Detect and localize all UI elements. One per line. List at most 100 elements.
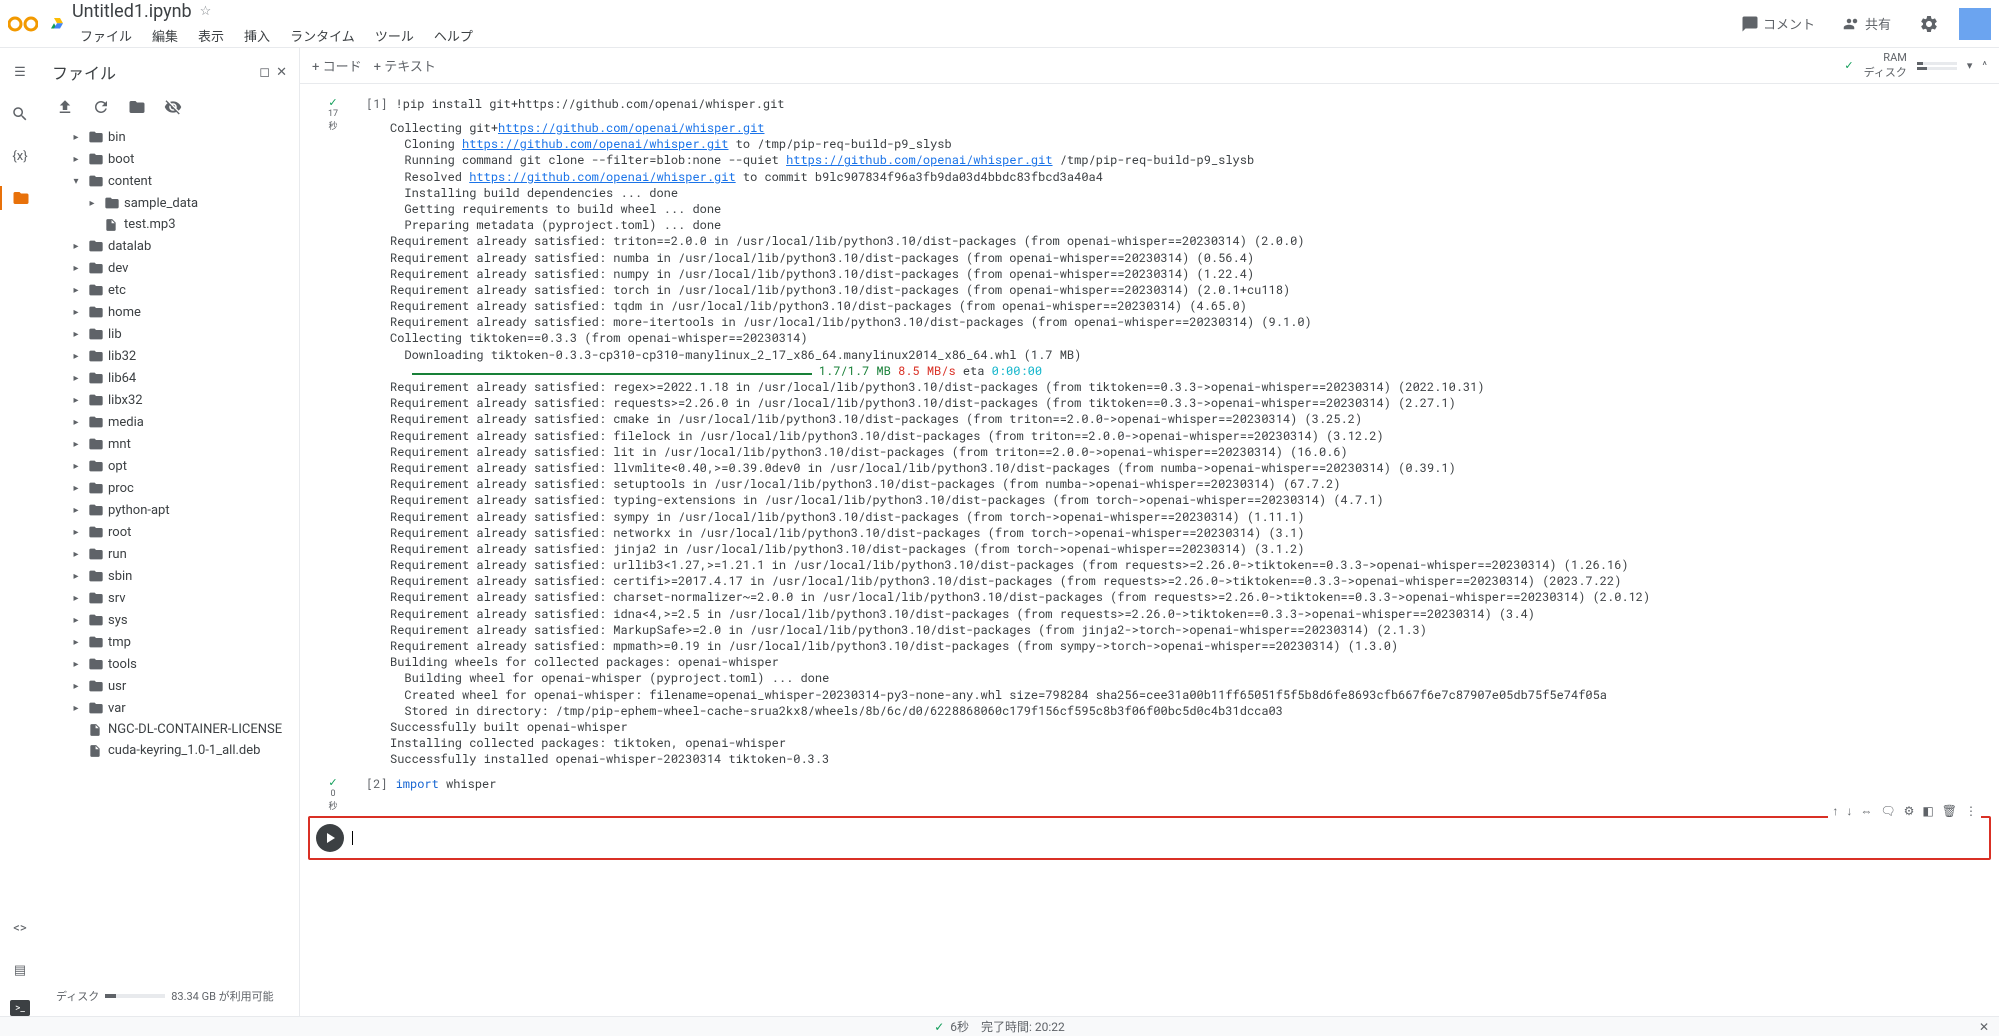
expand-icon[interactable]: ▸ xyxy=(68,483,84,494)
expand-icon[interactable]: ▸ xyxy=(68,241,84,252)
expand-icon[interactable]: ▸ xyxy=(68,285,84,296)
upload-icon[interactable] xyxy=(56,98,74,116)
comment-button[interactable]: コメント xyxy=(1733,10,1823,37)
command-palette-icon[interactable]: ▤ xyxy=(8,958,32,982)
expand-icon[interactable]: ▸ xyxy=(84,198,100,209)
expand-icon[interactable]: ▸ xyxy=(68,417,84,428)
move-up-icon[interactable]: ↑ xyxy=(1832,804,1838,818)
comment-cell-icon[interactable]: 🗨 xyxy=(1880,804,1895,818)
tree-item-proc[interactable]: ▸proc xyxy=(48,477,291,499)
menu-runtime[interactable]: ランタイム xyxy=(282,24,363,47)
expand-icon[interactable]: ▸ xyxy=(68,571,84,582)
active-code-cell[interactable]: ↑ ↓ ⇔ 🗨 ⚙ ◧ 🗑 ⋮ xyxy=(308,816,1991,860)
expand-icon[interactable]: ▾ xyxy=(68,176,84,187)
share-button[interactable]: 共有 xyxy=(1835,10,1899,37)
cell-code[interactable]: [1]!pip install git+https://github.com/o… xyxy=(366,96,1983,112)
expand-icon[interactable]: ▸ xyxy=(68,637,84,648)
expand-icon[interactable]: ▸ xyxy=(68,154,84,165)
tree-item-var[interactable]: ▸var xyxy=(48,697,291,719)
document-title[interactable]: Untitled1.ipynb xyxy=(72,1,192,22)
avatar[interactable] xyxy=(1959,8,1991,40)
tree-item-mnt[interactable]: ▸mnt xyxy=(48,433,291,455)
tree-item-bin[interactable]: ▸bin xyxy=(48,126,291,148)
expand-icon[interactable]: ▸ xyxy=(68,527,84,538)
link-icon[interactable]: ⇔ xyxy=(1860,804,1872,818)
tree-item-tmp[interactable]: ▸tmp xyxy=(48,631,291,653)
add-code-button[interactable]: + コード xyxy=(312,56,362,75)
tree-item-sbin[interactable]: ▸sbin xyxy=(48,565,291,587)
tree-item-lib[interactable]: ▸lib xyxy=(48,323,291,345)
expand-icon[interactable]: ▸ xyxy=(68,659,84,670)
tree-item-etc[interactable]: ▸etc xyxy=(48,279,291,301)
expand-icon[interactable]: ▸ xyxy=(68,351,84,362)
tree-item-tools[interactable]: ▸tools xyxy=(48,653,291,675)
refresh-icon[interactable] xyxy=(92,98,110,116)
search-icon[interactable] xyxy=(8,102,32,126)
code-input[interactable] xyxy=(352,830,1983,846)
cell-code[interactable]: [2]import whisper xyxy=(366,776,1983,792)
expand-icon[interactable]: ▸ xyxy=(68,549,84,560)
add-text-button[interactable]: + テキスト xyxy=(374,56,436,75)
tree-item-srv[interactable]: ▸srv xyxy=(48,587,291,609)
new-window-icon[interactable]: ◻ xyxy=(259,65,270,80)
expand-icon[interactable]: ▸ xyxy=(68,593,84,604)
delete-cell-icon[interactable]: 🗑 xyxy=(1942,804,1957,818)
toggle-hidden-icon[interactable] xyxy=(164,98,182,116)
menu-view[interactable]: 表示 xyxy=(190,24,232,47)
tree-item-run[interactable]: ▸run xyxy=(48,543,291,565)
tree-item-lib32[interactable]: ▸lib32 xyxy=(48,345,291,367)
tree-item-NGC-DL-CONTAINER-LICENSE[interactable]: NGC-DL-CONTAINER-LICENSE xyxy=(48,719,291,740)
tree-item-libx32[interactable]: ▸libx32 xyxy=(48,389,291,411)
code-cell-2[interactable]: ✓ 0 秒 [2]import whisper xyxy=(300,772,1999,812)
menu-edit[interactable]: 編集 xyxy=(144,24,186,47)
menu-icon[interactable]: ☰ xyxy=(8,60,32,84)
expand-icon[interactable]: ▸ xyxy=(68,307,84,318)
settings-button[interactable] xyxy=(1911,10,1947,38)
expand-icon[interactable]: ▸ xyxy=(68,395,84,406)
tree-item-media[interactable]: ▸media xyxy=(48,411,291,433)
expand-icon[interactable]: ▸ xyxy=(68,132,84,143)
tree-item-home[interactable]: ▸home xyxy=(48,301,291,323)
menu-tools[interactable]: ツール xyxy=(367,24,422,47)
tree-item-lib64[interactable]: ▸lib64 xyxy=(48,367,291,389)
expand-icon[interactable]: ▸ xyxy=(68,461,84,472)
expand-icon[interactable]: ▸ xyxy=(68,263,84,274)
resource-dropdown-icon[interactable]: ▾ xyxy=(1967,59,1973,72)
more-cell-icon[interactable]: ⋮ xyxy=(1965,804,1977,818)
tree-item-dev[interactable]: ▸dev xyxy=(48,257,291,279)
expand-icon[interactable]: ▸ xyxy=(68,703,84,714)
tree-item-sample_data[interactable]: ▸sample_data xyxy=(48,192,291,214)
mirror-cell-icon[interactable]: ◧ xyxy=(1922,804,1933,818)
tree-item-python-apt[interactable]: ▸python-apt xyxy=(48,499,291,521)
code-cell-1[interactable]: ✓ 17 秒 [1]!pip install git+https://githu… xyxy=(300,92,1999,772)
expand-icon[interactable]: ▸ xyxy=(68,505,84,516)
mount-drive-icon[interactable] xyxy=(128,98,146,116)
code-snippets-icon[interactable]: <> xyxy=(8,916,32,940)
expand-icon[interactable]: ▸ xyxy=(68,329,84,340)
run-button[interactable] xyxy=(316,824,344,852)
tree-item-sys[interactable]: ▸sys xyxy=(48,609,291,631)
tree-item-usr[interactable]: ▸usr xyxy=(48,675,291,697)
star-icon[interactable]: ☆ xyxy=(200,4,212,19)
files-icon[interactable] xyxy=(0,186,40,210)
expand-icon[interactable]: ▸ xyxy=(68,439,84,450)
collapse-header-icon[interactable]: ^ xyxy=(1982,59,1987,72)
tree-item-cuda-keyring_1.0-1_all.deb[interactable]: cuda-keyring_1.0-1_all.deb xyxy=(48,740,291,761)
tree-item-test.mp3[interactable]: test.mp3 xyxy=(48,214,291,235)
move-down-icon[interactable]: ↓ xyxy=(1846,804,1852,818)
close-panel-icon[interactable]: ✕ xyxy=(276,65,287,80)
expand-icon[interactable]: ▸ xyxy=(68,615,84,626)
resource-bars[interactable] xyxy=(1917,62,1957,70)
status-close-icon[interactable]: ✕ xyxy=(1979,1020,1989,1034)
terminal-icon[interactable]: >_ xyxy=(10,1000,30,1016)
expand-icon[interactable]: ▸ xyxy=(68,681,84,692)
menu-insert[interactable]: 挿入 xyxy=(236,24,278,47)
tree-item-datalab[interactable]: ▸datalab xyxy=(48,235,291,257)
menu-file[interactable]: ファイル xyxy=(72,24,140,47)
tree-item-boot[interactable]: ▸boot xyxy=(48,148,291,170)
tree-item-root[interactable]: ▸root xyxy=(48,521,291,543)
menu-help[interactable]: ヘルプ xyxy=(426,24,481,47)
resource-labels[interactable]: RAM ディスク xyxy=(1864,51,1907,80)
variables-icon[interactable]: {x} xyxy=(8,144,32,168)
expand-icon[interactable]: ▸ xyxy=(68,373,84,384)
